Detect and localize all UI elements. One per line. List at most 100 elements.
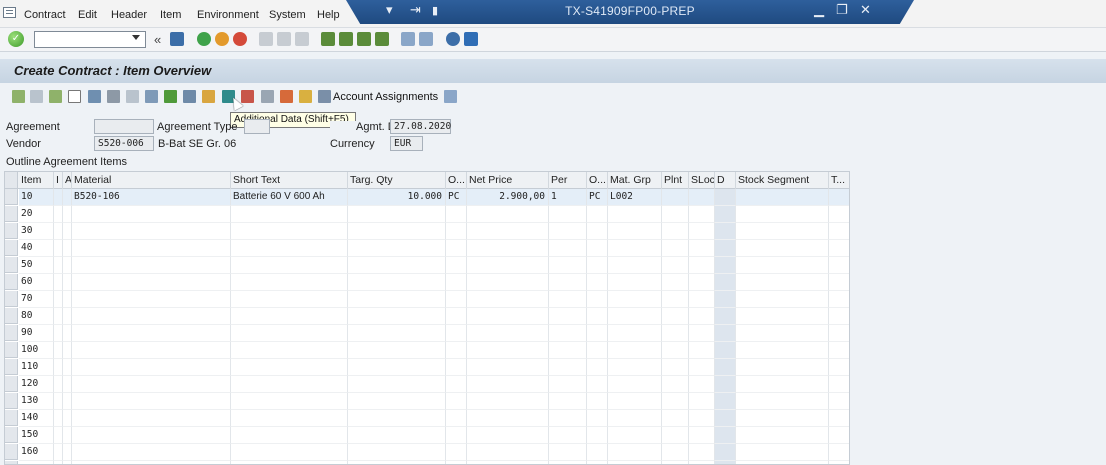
cell-plnt[interactable] (662, 359, 689, 376)
cell-order-unit[interactable] (446, 359, 467, 376)
cell-i[interactable] (54, 274, 63, 291)
cell-material[interactable] (72, 257, 231, 274)
cell-targ-qty[interactable] (348, 359, 446, 376)
cell-i[interactable] (54, 189, 63, 206)
cell-stock-segment[interactable] (736, 410, 829, 427)
cell-targ-qty[interactable] (348, 393, 446, 410)
cell-targ-qty[interactable] (348, 342, 446, 359)
cell-material[interactable] (72, 223, 231, 240)
cell-d[interactable] (715, 461, 736, 464)
cell-plnt[interactable] (662, 274, 689, 291)
cell-stock-segment[interactable] (736, 376, 829, 393)
cell-material[interactable] (72, 376, 231, 393)
cell-per[interactable] (549, 393, 587, 410)
cell-material[interactable] (72, 427, 231, 444)
cell-plnt[interactable] (662, 376, 689, 393)
cell-d[interactable] (715, 291, 736, 308)
statistics-icon[interactable] (299, 90, 312, 103)
menu-item[interactable]: Item (160, 9, 181, 21)
cell-a[interactable] (63, 342, 72, 359)
cell-d[interactable] (715, 206, 736, 223)
cell-plnt[interactable] (662, 240, 689, 257)
cell-d[interactable] (715, 223, 736, 240)
cell-item[interactable]: 20 (19, 206, 54, 223)
cell-t[interactable] (829, 189, 849, 206)
cell-material[interactable] (72, 410, 231, 427)
cancel-icon[interactable] (233, 32, 247, 46)
row-selector[interactable] (5, 376, 18, 392)
row-selector[interactable] (5, 359, 18, 375)
cell-i[interactable] (54, 427, 63, 444)
cell-short-text[interactable] (231, 359, 348, 376)
cell-price-unit[interactable] (587, 257, 608, 274)
cell-mat-grp[interactable] (608, 274, 662, 291)
row-selector[interactable] (5, 240, 18, 256)
cell-short-text[interactable] (231, 325, 348, 342)
conditions-icon[interactable] (280, 90, 293, 103)
cell-t[interactable] (829, 257, 849, 274)
cell-material[interactable] (72, 325, 231, 342)
cell-price-unit[interactable] (587, 359, 608, 376)
texts-icon[interactable] (202, 90, 215, 103)
cell-material[interactable]: B520-106 (72, 189, 231, 206)
cell-i[interactable] (54, 240, 63, 257)
restore-icon[interactable]: ❐ (836, 2, 848, 18)
cell-sloc[interactable] (689, 410, 715, 427)
cell-per[interactable]: 1 (549, 189, 587, 206)
back-icon[interactable] (197, 32, 211, 46)
col-per[interactable]: Per (549, 172, 587, 189)
cell-t[interactable] (829, 393, 849, 410)
col-sloc[interactable]: SLoc (689, 172, 715, 189)
cell-per[interactable] (549, 206, 587, 223)
cell-price-unit[interactable] (587, 240, 608, 257)
partners-icon[interactable] (145, 90, 158, 103)
cell-item[interactable]: 100 (19, 342, 54, 359)
cell-i[interactable] (54, 359, 63, 376)
cell-price-unit[interactable] (587, 427, 608, 444)
cell-d[interactable] (715, 274, 736, 291)
find-next-icon[interactable] (295, 32, 309, 46)
cell-mat-grp[interactable] (608, 410, 662, 427)
cell-targ-qty[interactable] (348, 291, 446, 308)
cell-order-unit[interactable] (446, 274, 467, 291)
menu-help[interactable]: Help (317, 9, 340, 21)
cell-item[interactable]: 160 (19, 444, 54, 461)
cell-short-text[interactable] (231, 342, 348, 359)
cell-short-text[interactable] (231, 444, 348, 461)
cell-stock-segment[interactable] (736, 393, 829, 410)
row-selector[interactable] (5, 410, 18, 426)
col-net-price[interactable]: Net Price (467, 172, 549, 189)
cell-a[interactable] (63, 206, 72, 223)
row-selector[interactable] (5, 274, 18, 290)
cell-mat-grp[interactable] (608, 342, 662, 359)
menu-header[interactable]: Header (111, 9, 147, 21)
copy-icon[interactable] (107, 90, 120, 103)
save-icon[interactable] (170, 32, 184, 46)
cell-plnt[interactable] (662, 189, 689, 206)
agreement-field[interactable] (94, 119, 154, 134)
row-selector[interactable] (5, 393, 18, 409)
cell-t[interactable] (829, 240, 849, 257)
col-stock-segment[interactable]: Stock Segment (736, 172, 829, 189)
shortcut-icon[interactable] (419, 32, 433, 46)
cell-net-price[interactable] (467, 291, 549, 308)
flag-icon[interactable] (164, 90, 177, 103)
cell-a[interactable] (63, 427, 72, 444)
cell-sloc[interactable] (689, 206, 715, 223)
cell-price-unit[interactable] (587, 461, 608, 464)
cell-t[interactable] (829, 308, 849, 325)
row-selector[interactable] (5, 308, 18, 324)
cell-order-unit[interactable] (446, 291, 467, 308)
cell-i[interactable] (54, 444, 63, 461)
cell-order-unit[interactable] (446, 240, 467, 257)
more-options-icon[interactable] (444, 90, 457, 103)
cell-i[interactable] (54, 223, 63, 240)
cell-t[interactable] (829, 444, 849, 461)
cell-mat-grp[interactable] (608, 257, 662, 274)
cell-material[interactable] (72, 291, 231, 308)
cell-order-unit[interactable] (446, 410, 467, 427)
cell-mat-grp[interactable] (608, 308, 662, 325)
account-assignments-button[interactable]: Account Assignments (333, 91, 438, 103)
print-preview-icon[interactable] (183, 90, 196, 103)
cell-t[interactable] (829, 427, 849, 444)
